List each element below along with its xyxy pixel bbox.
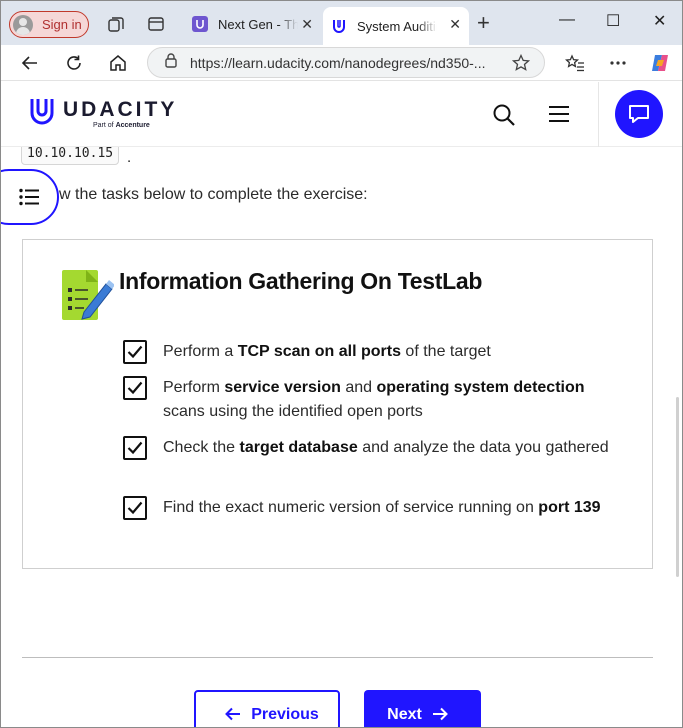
tab-actions-icon[interactable] — [145, 13, 167, 35]
lesson-content: 10.10.10.15 . w the tasks below to compl… — [1, 147, 682, 727]
task-item: Check the target database and analyze th… — [123, 436, 613, 460]
new-tab-button[interactable]: + — [477, 12, 490, 34]
address-toolbar: https://learn.udacity.com/nanodegrees/nd… — [1, 45, 682, 81]
url-text: https://learn.udacity.com/nanodegrees/nd… — [190, 54, 486, 71]
clipboard-icon — [62, 270, 115, 327]
minimize-icon[interactable]: — — [559, 11, 575, 29]
favorites-icon[interactable] — [563, 51, 587, 75]
previous-label: Previous — [251, 706, 319, 723]
home-icon[interactable] — [106, 51, 130, 75]
previous-button[interactable]: Previous — [194, 690, 340, 727]
favorite-star-icon[interactable] — [511, 53, 531, 77]
sign-in-label: Sign in — [42, 17, 82, 32]
list-icon — [19, 188, 39, 206]
more-options-icon[interactable] — [606, 51, 630, 75]
chat-icon — [629, 105, 649, 123]
site-header: UDACITY Part of Accenture — [1, 82, 682, 147]
checkbox[interactable] — [123, 496, 147, 520]
hamburger-menu-icon[interactable] — [549, 105, 569, 128]
tab-bar: Sign in Next Gen - The ✕ System Auditin … — [1, 1, 682, 45]
arrow-right-icon — [432, 705, 448, 726]
chat-button[interactable] — [615, 90, 663, 138]
task-text: Find the exact numeric version of servic… — [163, 499, 601, 516]
checkmark-icon — [127, 501, 143, 515]
checkbox[interactable] — [123, 376, 147, 400]
browser-window: Sign in Next Gen - The ✕ System Auditin … — [0, 0, 683, 728]
task-text: Perform service version and operating sy… — [163, 379, 585, 420]
udacity-logo-icon[interactable] — [29, 97, 55, 130]
divider — [22, 657, 653, 658]
tab-next-gen[interactable]: Next Gen - The ✕ — [184, 7, 321, 41]
next-button[interactable]: Next — [364, 690, 481, 727]
profile-avatar-icon — [13, 14, 33, 35]
header-divider — [598, 82, 599, 147]
card-title: Information Gathering On TestLab — [119, 268, 483, 294]
close-window-icon[interactable]: ✕ — [653, 11, 666, 31]
sign-in-button[interactable]: Sign in — [9, 11, 89, 38]
udacity-favicon-icon — [192, 16, 208, 32]
search-icon[interactable] — [492, 103, 516, 132]
copilot-icon[interactable] — [648, 51, 672, 75]
maximize-icon[interactable]: ☐ — [606, 11, 620, 31]
task-item: Perform service version and operating sy… — [123, 376, 613, 424]
next-label: Next — [387, 706, 422, 723]
ip-address-code: 10.10.10.15 — [21, 147, 120, 165]
scrollbar[interactable] — [676, 397, 679, 577]
close-tab-icon[interactable]: ✕ — [449, 16, 461, 33]
arrow-left-icon — [225, 705, 241, 726]
task-card: Information Gathering On TestLab Perform… — [22, 239, 653, 569]
close-tab-icon[interactable]: ✕ — [301, 16, 313, 33]
task-text: Check the target database and analyze th… — [163, 439, 609, 456]
tab-system-auditing[interactable]: System Auditin ✕ — [323, 7, 469, 45]
brand-subtitle: Part of Accenture — [93, 122, 150, 129]
tab-title: System Auditin — [357, 18, 437, 34]
checkbox[interactable] — [123, 436, 147, 460]
tab-title: Next Gen - The — [218, 16, 298, 32]
task-item: Perform a TCP scan on all ports of the t… — [123, 340, 613, 364]
refresh-icon[interactable] — [62, 51, 86, 75]
lock-icon[interactable] — [164, 52, 178, 73]
ip-trailing-period: . — [127, 149, 132, 166]
checkmark-icon — [127, 345, 143, 359]
task-text: Perform a TCP scan on all ports of the t… — [163, 343, 491, 360]
udacity-favicon-icon — [331, 18, 347, 34]
checkmark-icon — [127, 441, 143, 455]
address-bar[interactable]: https://learn.udacity.com/nanodegrees/nd… — [147, 47, 545, 78]
brand-wordmark: UDACITY — [63, 98, 178, 121]
checkbox[interactable] — [123, 340, 147, 364]
back-icon[interactable] — [18, 51, 42, 75]
checkmark-icon — [127, 381, 143, 395]
workspaces-icon[interactable] — [105, 13, 127, 35]
task-item: Find the exact numeric version of servic… — [123, 496, 613, 520]
instruction-text: w the tasks below to complete the exerci… — [59, 186, 368, 203]
table-of-contents-button[interactable] — [1, 169, 59, 225]
